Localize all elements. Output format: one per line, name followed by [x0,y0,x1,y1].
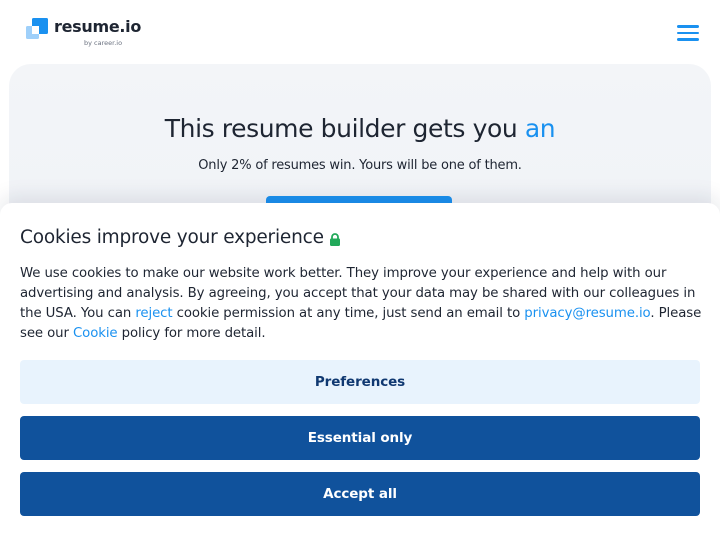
page: resume.io by career.io This resume build… [0,0,720,540]
reject-link[interactable]: reject [135,306,172,321]
hero-title-main: This resume builder gets you [164,114,525,143]
hamburger-menu-icon[interactable] [672,20,704,46]
essential-only-button[interactable]: Essential only [20,416,700,460]
cookie-consent-panel: Cookies improve your experience We use c… [0,203,720,540]
hero-title: This resume builder gets you an [9,114,711,143]
resume-io-logo[interactable]: resume.io by career.io [26,17,141,49]
menu-line [677,31,699,34]
cookie-policy-link[interactable]: Cookie [73,326,118,341]
cookie-text-part: cookie permission at any time, just send… [172,306,525,321]
privacy-email-link[interactable]: privacy@resume.io [524,306,650,321]
hero-subtitle: Only 2% of resumes win. Yours will be on… [198,158,522,173]
site-header: resume.io by career.io [0,0,720,64]
cookie-title: Cookies improve your experience [20,227,324,248]
accept-all-button[interactable]: Accept all [20,472,700,516]
menu-line [677,38,699,41]
menu-line [677,25,699,28]
logo-text: resume.io [54,17,142,36]
cookie-text-part: policy for more detail. [117,326,266,341]
preferences-button[interactable]: Preferences [20,360,700,404]
logo-mark-icon [26,18,48,39]
cookie-description: We use cookies to make our website work … [20,264,704,344]
hero-title-accent: an [524,114,556,143]
lock-icon [330,233,340,246]
logo-subtext: by career.io [84,39,123,47]
